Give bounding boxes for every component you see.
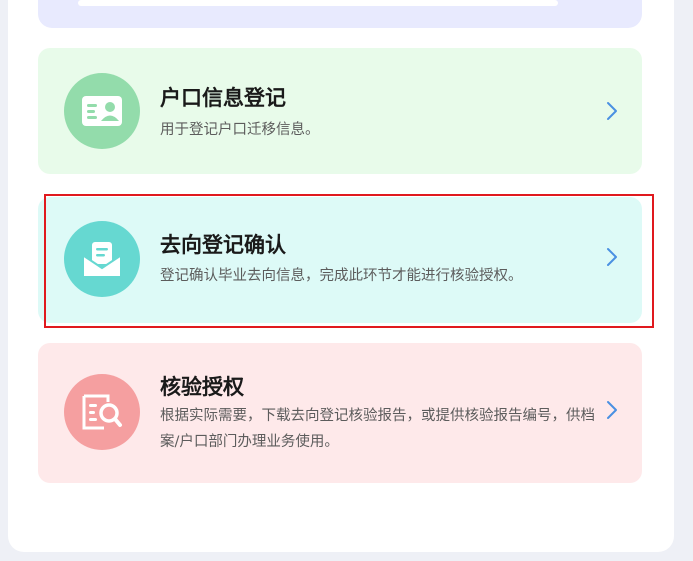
document-envelope-icon <box>64 221 140 297</box>
chevron-right-icon[interactable] <box>602 398 622 422</box>
previous-card-strip <box>78 0 558 6</box>
chevron-right-icon[interactable] <box>602 99 622 123</box>
search-document-icon <box>64 374 140 450</box>
card-title: 去向登记确认 <box>160 233 286 257</box>
card-description: 根据实际需要，下载去向登记核验报告，或提供核验报告编号，供档案/户口部门办理业务… <box>160 408 595 450</box>
card-title: 户口信息登记 <box>160 86 286 110</box>
card-destination-confirmation[interactable]: 去向登记确认 登记确认毕业去向信息，完成此环节才能进行核验授权。 <box>38 197 642 323</box>
card-verification-authorization[interactable]: 核验授权 根据实际需要，下载去向登记核验报告，或提供核验报告编号，供档案/户口部… <box>38 343 642 483</box>
card-description: 用于登记户口迁移信息。 <box>160 122 320 138</box>
previous-card-partial[interactable] <box>38 0 642 28</box>
card-hukou-registration[interactable]: 户口信息登记 用于登记户口迁移信息。 <box>38 48 642 174</box>
card-title: 核验授权 <box>160 375 244 399</box>
id-card-icon <box>64 73 140 149</box>
card-description: 登记确认毕业去向信息，完成此环节才能进行核验授权。 <box>160 268 523 284</box>
chevron-right-icon[interactable] <box>602 245 622 269</box>
